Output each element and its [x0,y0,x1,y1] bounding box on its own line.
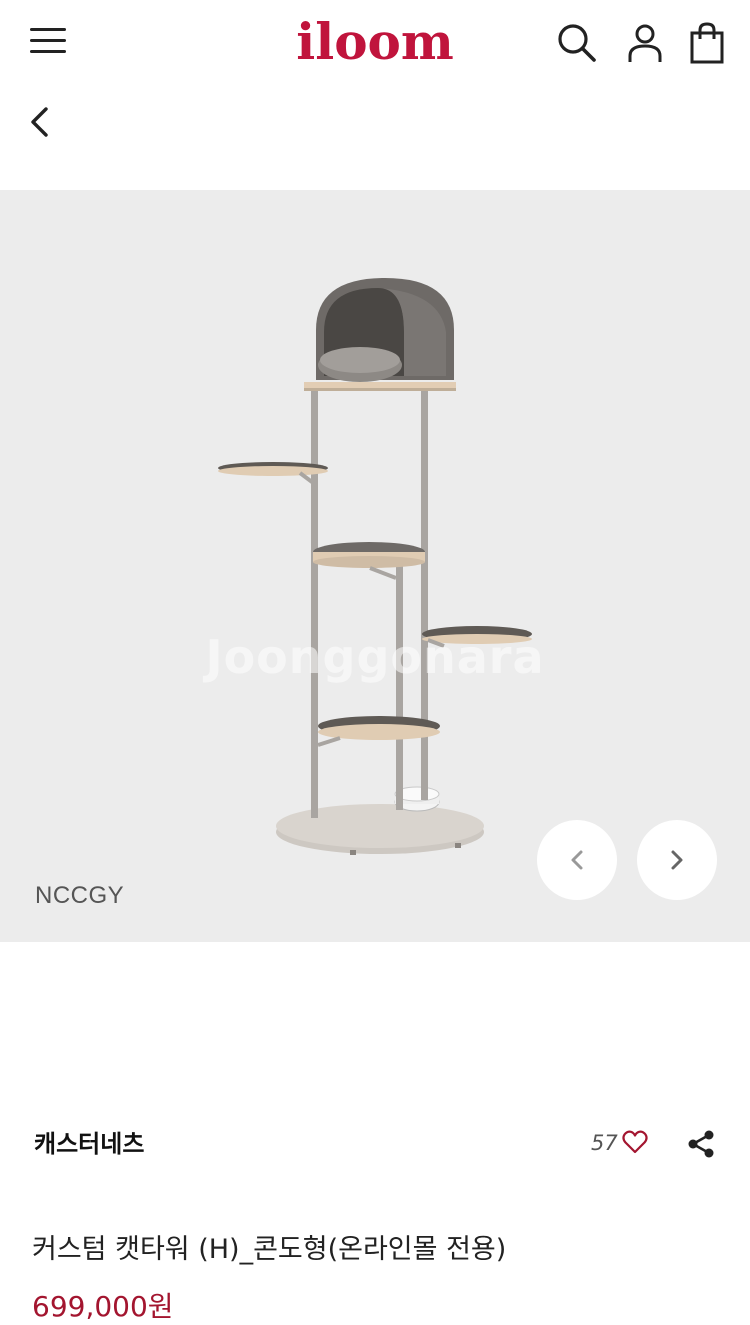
share-button[interactable] [685,1128,717,1160]
product-image-gallery[interactable]: Joonggonara NCCGY [0,190,750,942]
variant-code: NCCGY [35,882,125,909]
search-button[interactable] [556,22,598,64]
chevron-right-icon [671,850,683,870]
search-icon [558,24,596,62]
user-icon [628,24,662,62]
share-icon [688,1130,714,1158]
chevron-left-icon [571,850,583,870]
top-header: iloom [0,0,750,190]
like-button[interactable] [621,1128,649,1156]
watermark-text: Joonggonara [205,630,545,684]
chevron-left-icon [31,107,48,137]
shopping-bag-icon [690,22,724,64]
gallery-prev-button[interactable] [537,820,617,900]
back-button[interactable] [24,100,60,144]
heart-icon [622,1130,648,1154]
account-button[interactable] [624,22,666,64]
like-count: 57 [591,1131,618,1155]
product-title: 커스텀 캣타워 (H)_콘도형(온라인몰 전용) [32,1234,507,1265]
cat-tower-image [218,278,532,855]
gallery-next-button[interactable] [637,820,717,900]
product-price: 699,000원 [32,1290,174,1323]
product-brand[interactable]: 캐스터네츠 [34,1124,144,1159]
cart-button[interactable] [688,22,730,64]
